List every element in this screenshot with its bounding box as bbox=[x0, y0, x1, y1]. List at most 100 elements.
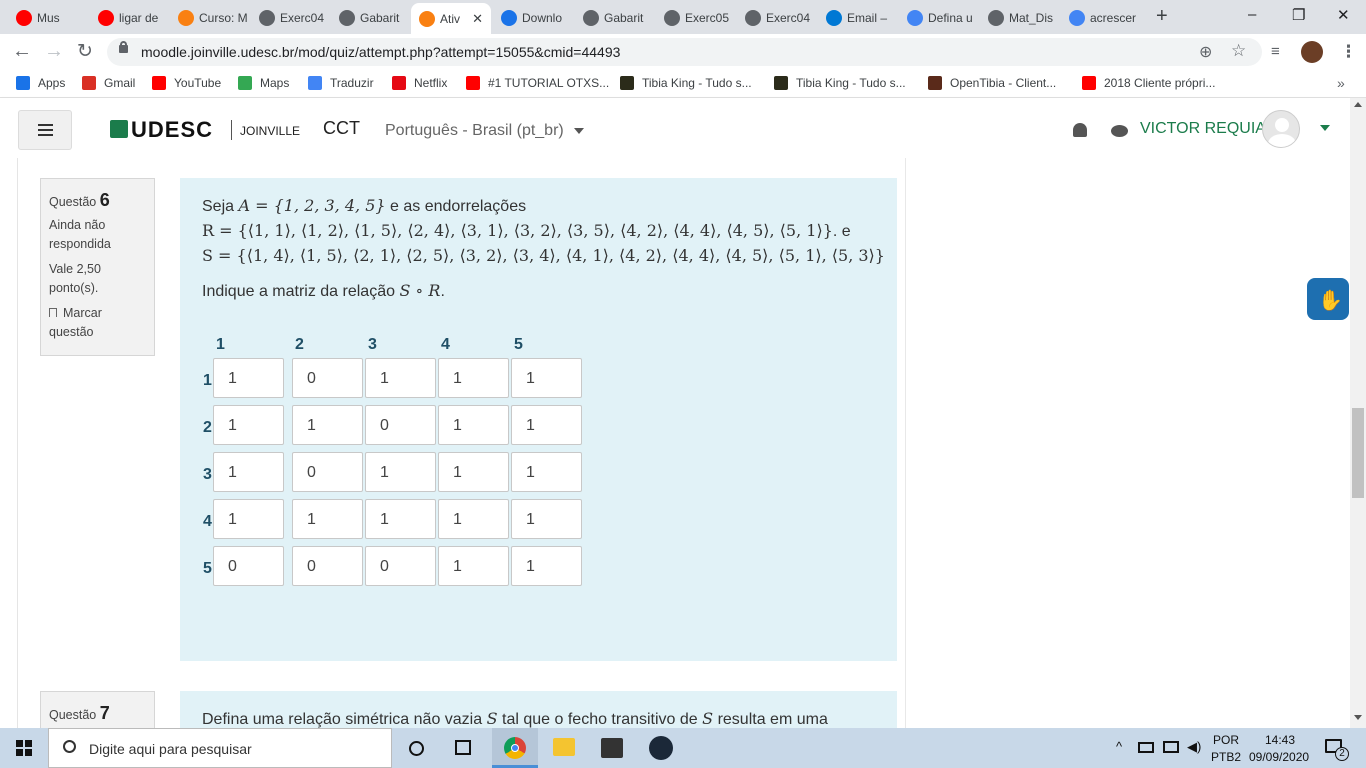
bookmark-item[interactable]: Netflix bbox=[392, 76, 447, 90]
matrix-input-cell[interactable]: 1 bbox=[438, 405, 509, 445]
matrix-input-cell[interactable]: 1 bbox=[213, 499, 284, 539]
back-arrow-icon[interactable]: ← bbox=[12, 40, 32, 63]
matrix-input-cell[interactable]: 1 bbox=[511, 358, 582, 398]
accessibility-widget-button[interactable]: ✋ bbox=[1307, 278, 1349, 320]
url-text: moodle.joinville.udesc.br/mod/quiz/attem… bbox=[141, 44, 621, 60]
matrix-input-cell[interactable]: 1 bbox=[438, 546, 509, 586]
new-tab-icon[interactable]: + bbox=[1156, 5, 1168, 28]
browser-tab[interactable]: acrescer bbox=[1061, 4, 1140, 31]
matrix-input-cell[interactable]: 1 bbox=[292, 499, 363, 539]
browser-tab[interactable]: Exerc05 bbox=[656, 4, 735, 31]
keyboard-layout[interactable]: PTB2 bbox=[1211, 750, 1241, 764]
taskbar-chrome-app[interactable] bbox=[492, 728, 538, 768]
restore-icon[interactable]: ❐ bbox=[1292, 6, 1305, 24]
browser-tab[interactable]: Ativ ✕ bbox=[411, 3, 491, 34]
browser-tab[interactable]: Mus bbox=[8, 4, 88, 31]
user-avatar[interactable] bbox=[1262, 110, 1300, 148]
browser-tab[interactable]: Defina u bbox=[899, 4, 978, 31]
scroll-thumb[interactable] bbox=[1352, 408, 1364, 498]
browser-tab[interactable]: Mat_Dis bbox=[980, 4, 1059, 31]
matrix-input-cell[interactable]: 1 bbox=[438, 499, 509, 539]
bookmark-item[interactable]: OpenTibia - Client... bbox=[928, 76, 1056, 90]
opentibia-icon bbox=[928, 76, 942, 90]
tab-label: Curso: M bbox=[199, 10, 248, 25]
matrix-input-cell[interactable]: 0 bbox=[213, 546, 284, 586]
scroll-up-arrow-icon[interactable] bbox=[1354, 102, 1362, 107]
matrix-input-cell[interactable]: 1 bbox=[365, 452, 436, 492]
network-icon[interactable] bbox=[1138, 742, 1154, 753]
flag-question-link[interactable]: Marcar questão bbox=[49, 304, 146, 342]
minimize-icon[interactable]: – bbox=[1248, 6, 1256, 23]
taskbar-search-box[interactable]: Digite aqui para pesquisar bbox=[48, 728, 392, 768]
forward-arrow-icon[interactable]: → bbox=[44, 40, 64, 63]
tray-overflow-chevron-icon[interactable]: ^ bbox=[1116, 739, 1122, 754]
file-explorer-icon[interactable] bbox=[553, 738, 575, 756]
media-control-icon[interactable]: ≡ bbox=[1271, 43, 1280, 60]
matrix-input-cell[interactable]: 0 bbox=[365, 546, 436, 586]
instruction-suffix: . bbox=[440, 283, 445, 300]
browser-tab[interactable]: Email – bbox=[818, 4, 897, 31]
user-name[interactable]: VICTOR REQUIA bbox=[1140, 120, 1266, 138]
close-tab-icon[interactable]: ✕ bbox=[472, 11, 483, 27]
matrix-input-cell[interactable]: 0 bbox=[292, 546, 363, 586]
display-icon[interactable] bbox=[1163, 741, 1179, 753]
matrix-input-cell[interactable]: 1 bbox=[213, 452, 284, 492]
matrix-input-cell[interactable]: 0 bbox=[292, 452, 363, 492]
language-menu[interactable]: Português - Brasil (pt_br) bbox=[385, 122, 585, 140]
course-shortname[interactable]: CCT bbox=[323, 118, 360, 139]
store-icon[interactable] bbox=[601, 738, 623, 758]
clock-date[interactable]: 09/09/2020 bbox=[1249, 750, 1309, 764]
matrix-input-cell[interactable]: 1 bbox=[213, 358, 284, 398]
matrix-input-cell[interactable]: 0 bbox=[365, 405, 436, 445]
browser-tab[interactable]: Curso: M bbox=[170, 4, 249, 31]
matrix-input-cell[interactable]: 1 bbox=[511, 499, 582, 539]
bookmarks-overflow-icon[interactable]: » bbox=[1337, 75, 1345, 91]
volume-icon[interactable]: ◀) bbox=[1187, 739, 1201, 755]
language-label: Português - Brasil (pt_br) bbox=[385, 122, 564, 139]
clock-time[interactable]: 14:43 bbox=[1265, 733, 1295, 747]
page-scrollbar[interactable] bbox=[1350, 98, 1366, 728]
zoom-icon[interactable]: ⊕ bbox=[1199, 42, 1212, 62]
bookmark-item[interactable]: Gmail bbox=[82, 76, 135, 90]
nav-drawer-button[interactable] bbox=[18, 110, 72, 150]
windows-start-icon[interactable] bbox=[16, 740, 32, 756]
scroll-down-arrow-icon[interactable] bbox=[1354, 715, 1362, 720]
bookmark-item[interactable]: Tibia King - Tudo s... bbox=[774, 76, 906, 90]
profile-avatar[interactable] bbox=[1301, 41, 1323, 63]
language-indicator[interactable]: POR bbox=[1213, 733, 1239, 747]
message-bubble-icon[interactable] bbox=[1111, 125, 1128, 137]
matrix-input-cell[interactable]: 1 bbox=[438, 452, 509, 492]
matrix-input-cell[interactable]: 1 bbox=[511, 405, 582, 445]
bookmark-item[interactable]: Maps bbox=[238, 76, 289, 90]
matrix-input-cell[interactable]: 1 bbox=[511, 452, 582, 492]
matrix-input-cell[interactable]: 1 bbox=[511, 546, 582, 586]
notification-bell-icon[interactable] bbox=[1073, 123, 1087, 137]
address-bar[interactable]: moodle.joinville.udesc.br/mod/quiz/attem… bbox=[107, 38, 1262, 66]
bookmark-item[interactable]: #1 TUTORIAL OTXS... bbox=[466, 76, 609, 90]
browser-tab[interactable]: Gabarit bbox=[331, 4, 409, 31]
browser-tab[interactable]: Downlo bbox=[493, 4, 573, 31]
cortana-icon[interactable] bbox=[409, 741, 424, 756]
matrix-input-cell[interactable]: 0 bbox=[292, 358, 363, 398]
bookmark-item[interactable]: Tibia King - Tudo s... bbox=[620, 76, 752, 90]
bookmark-star-icon[interactable]: ☆ bbox=[1231, 41, 1246, 61]
bookmark-item[interactable]: YouTube bbox=[152, 76, 221, 90]
matrix-input-cell[interactable]: 1 bbox=[438, 358, 509, 398]
close-window-icon[interactable]: ✕ bbox=[1337, 6, 1350, 24]
steam-icon[interactable] bbox=[649, 736, 673, 760]
task-view-icon[interactable] bbox=[455, 740, 471, 755]
bookmark-item[interactable]: 2018 Cliente própri... bbox=[1082, 76, 1215, 90]
matrix-input-cell[interactable]: 1 bbox=[213, 405, 284, 445]
browser-tab[interactable]: Exerc04 bbox=[251, 4, 329, 31]
bookmark-item[interactable]: Apps bbox=[16, 76, 65, 90]
bookmark-item[interactable]: Traduzir bbox=[308, 76, 374, 90]
matrix-input-cell[interactable]: 1 bbox=[365, 499, 436, 539]
user-menu-chevron-icon[interactable] bbox=[1320, 125, 1330, 131]
matrix-input-cell[interactable]: 1 bbox=[292, 405, 363, 445]
browser-tab[interactable]: Gabarit bbox=[575, 4, 654, 31]
reload-icon[interactable]: ↻ bbox=[77, 40, 93, 63]
matrix-input-cell[interactable]: 1 bbox=[365, 358, 436, 398]
browser-tab[interactable]: ligar de bbox=[90, 4, 168, 31]
browser-tab[interactable]: Exerc04 bbox=[737, 4, 816, 31]
menu-dots-icon[interactable]: ⋮ bbox=[1340, 42, 1357, 62]
